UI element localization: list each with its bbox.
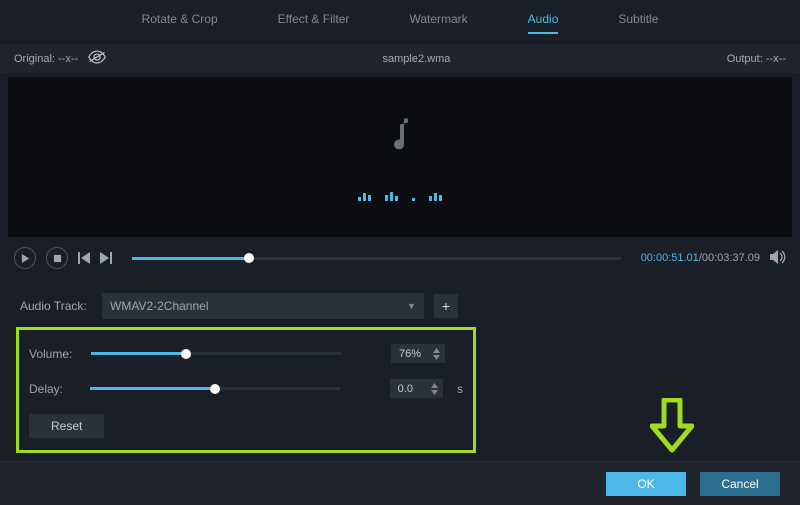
- current-time: 00:00:51.01: [641, 252, 699, 264]
- volume-icon[interactable]: [770, 250, 786, 267]
- file-info-bar: Original: --x-- sample2.wma Output: --x-…: [0, 44, 800, 73]
- timeline-slider[interactable]: [132, 257, 621, 260]
- annotation-arrow-icon: [650, 398, 694, 457]
- time-display: 00:00:51.01/00:03:37.09: [641, 252, 760, 264]
- tab-watermark[interactable]: Watermark: [409, 12, 467, 34]
- cancel-button[interactable]: Cancel: [700, 472, 780, 496]
- music-note-icon: [386, 116, 414, 159]
- stop-button[interactable]: [46, 247, 68, 269]
- volume-slider[interactable]: [91, 352, 341, 355]
- delay-step-up[interactable]: [429, 382, 439, 388]
- footer-bar: OK Cancel: [0, 461, 800, 505]
- reset-button[interactable]: Reset: [29, 414, 104, 438]
- original-size: Original: --x--: [14, 53, 78, 65]
- delay-step-down[interactable]: [429, 389, 439, 395]
- volume-step-down[interactable]: [431, 354, 441, 360]
- add-track-button[interactable]: +: [434, 294, 458, 318]
- volume-label: Volume:: [29, 347, 81, 361]
- audio-track-label: Audio Track:: [20, 299, 92, 313]
- output-size: Output: --x--: [727, 53, 786, 65]
- volume-spinner[interactable]: 76%: [391, 344, 445, 363]
- delay-slider[interactable]: [90, 387, 340, 390]
- audio-track-select[interactable]: WMAV2-2Channel ▼: [102, 293, 424, 319]
- audio-track-value: WMAV2-2Channel: [110, 299, 208, 313]
- play-button[interactable]: [14, 247, 36, 269]
- audio-track-row: Audio Track: WMAV2-2Channel ▼ +: [0, 283, 800, 323]
- prev-frame-button[interactable]: [78, 252, 90, 264]
- delay-value: 0.0: [398, 383, 413, 395]
- tab-subtitle[interactable]: Subtitle: [618, 12, 658, 34]
- tab-bar: Rotate & Crop Effect & Filter Watermark …: [0, 0, 800, 44]
- filename: sample2.wma: [383, 53, 451, 65]
- chevron-down-icon: ▼: [407, 301, 416, 311]
- visibility-toggle-icon[interactable]: [88, 50, 106, 67]
- playback-bar: 00:00:51.01/00:03:37.09: [0, 237, 800, 283]
- preview-area: [8, 77, 792, 237]
- equalizer-icon: [358, 192, 442, 201]
- tab-rotate-crop[interactable]: Rotate & Crop: [142, 12, 218, 34]
- volume-value: 76%: [399, 348, 421, 360]
- delay-label: Delay:: [29, 382, 80, 396]
- next-frame-button[interactable]: [100, 252, 112, 264]
- total-time: 00:03:37.09: [702, 252, 760, 264]
- ok-button[interactable]: OK: [606, 472, 686, 496]
- tab-audio[interactable]: Audio: [528, 12, 559, 34]
- delay-unit: s: [457, 382, 463, 396]
- audio-settings-panel: Volume: 76% Delay: 0.0 s Reset: [16, 327, 476, 453]
- delay-spinner[interactable]: 0.0: [390, 379, 443, 398]
- tab-effect-filter[interactable]: Effect & Filter: [278, 12, 350, 34]
- volume-step-up[interactable]: [431, 347, 441, 353]
